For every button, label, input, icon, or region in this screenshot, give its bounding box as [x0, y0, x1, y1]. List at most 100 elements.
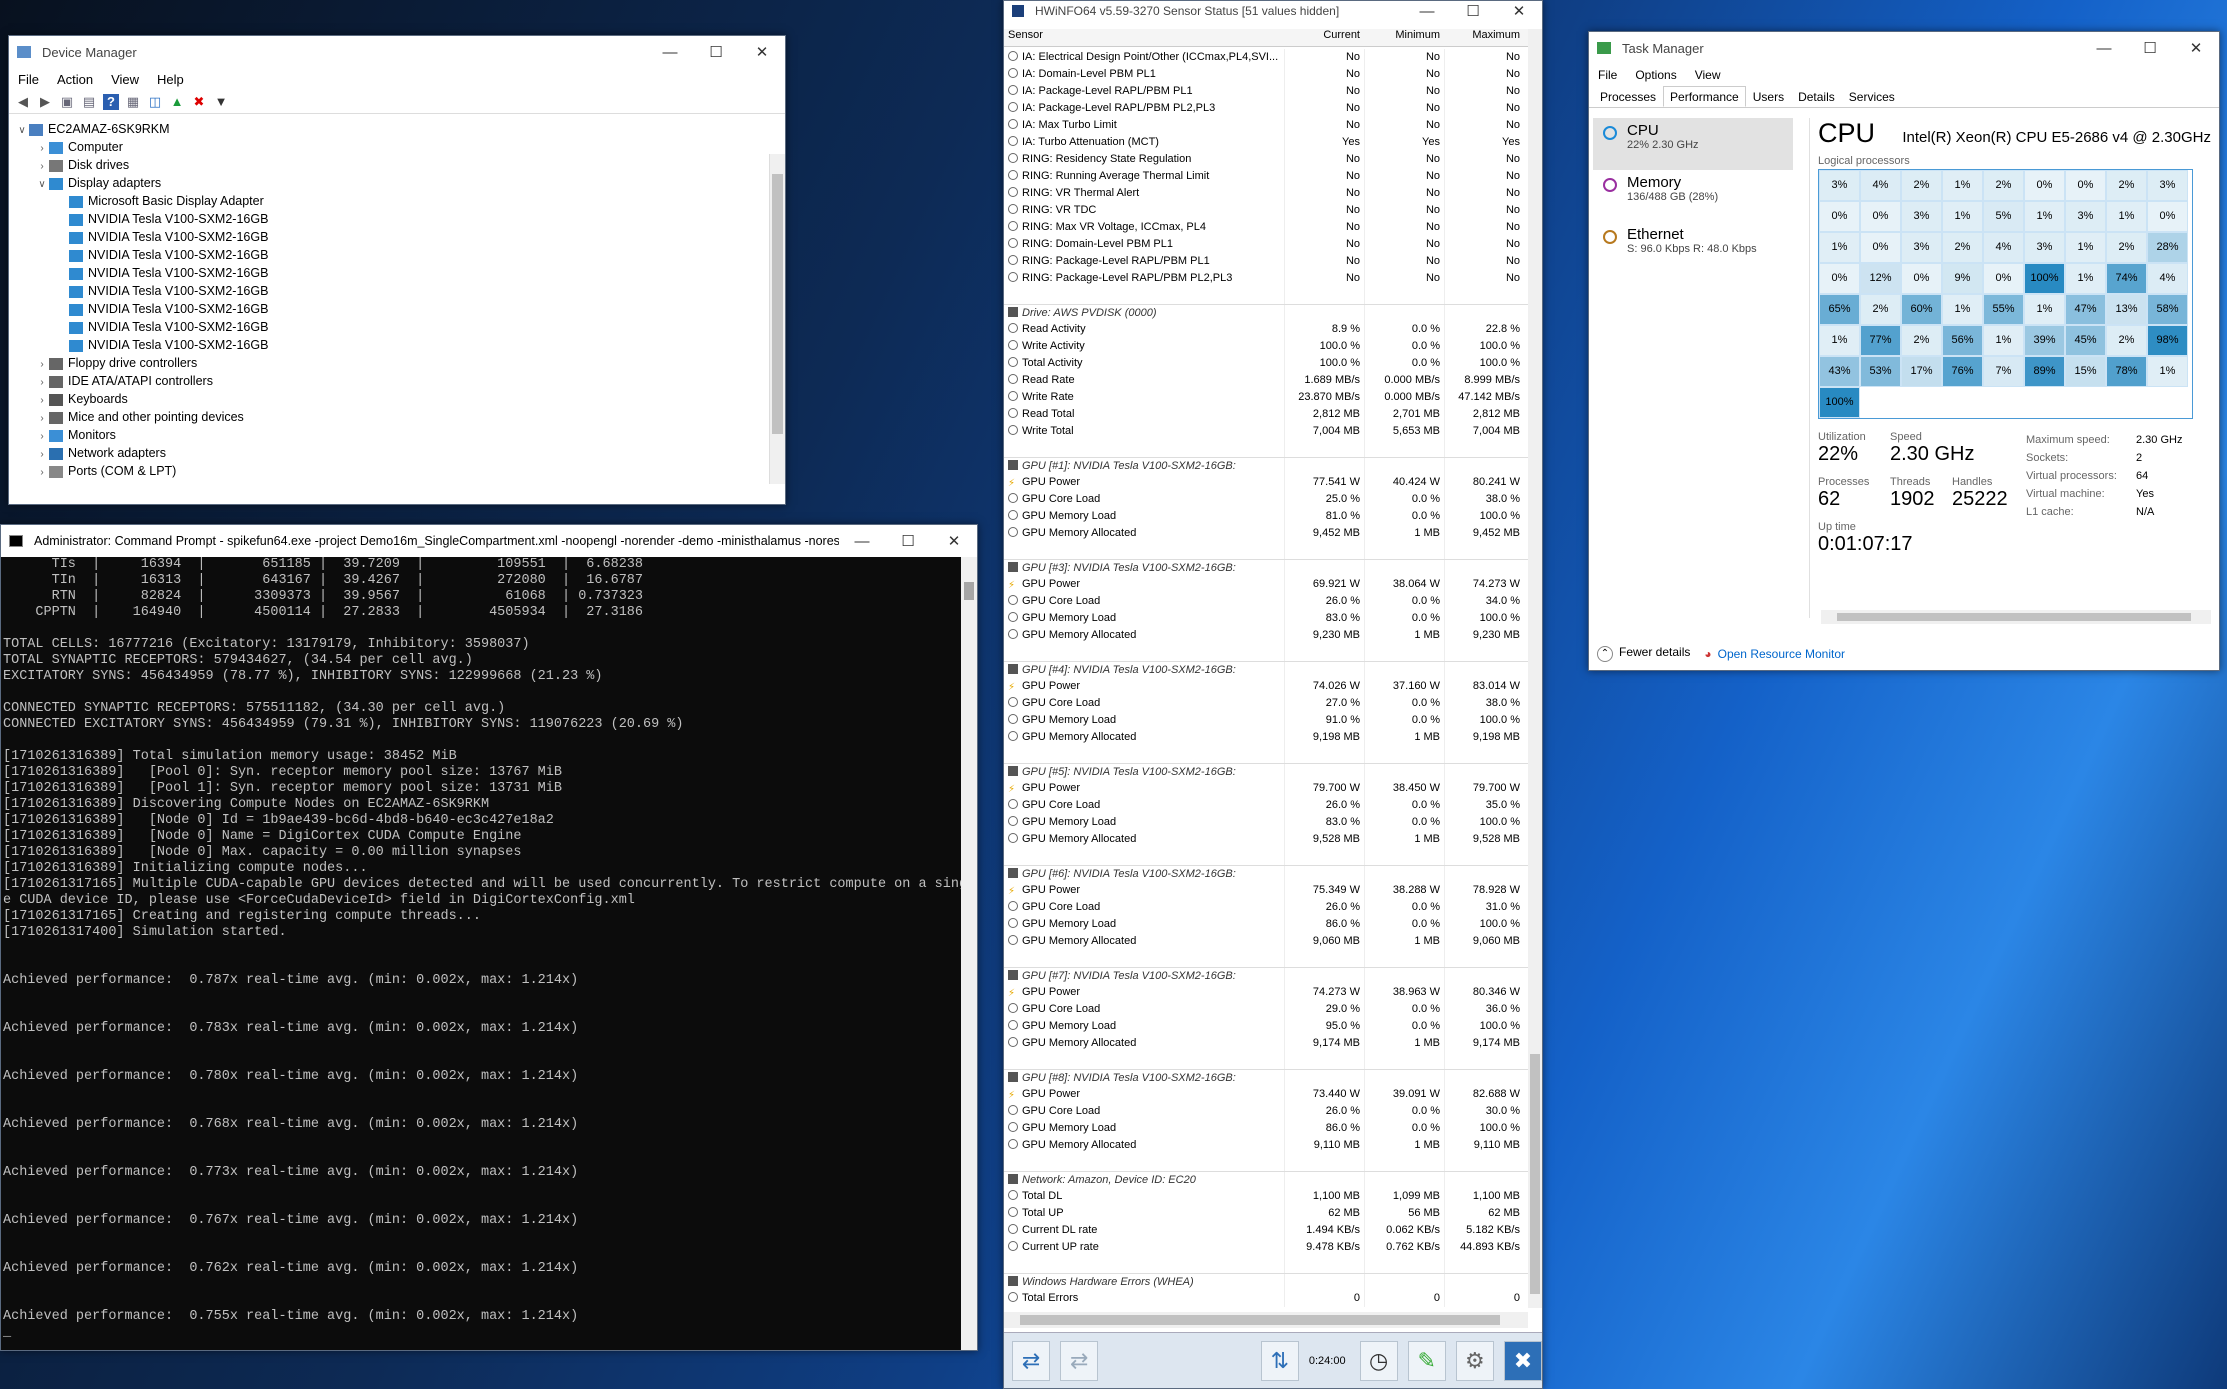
view-icon[interactable]: ▦ [125, 94, 141, 110]
device-manager-titlebar[interactable]: Device Manager — ☐ ✕ [9, 36, 785, 68]
settings-icon[interactable]: ⚙ [1455, 1340, 1494, 1381]
console-scrollbar[interactable] [961, 557, 977, 1350]
sensor-row[interactable]: GPU Memory Allocated 9,060 MB 1 MB 9,060 MB [1004, 933, 1528, 950]
sensor-row[interactable]: GPU Memory Allocated 9,230 MB 1 MB 9,230 MB [1004, 627, 1528, 644]
minimize-button[interactable]: — [647, 44, 693, 61]
sensor-row[interactable]: RING: VR Thermal Alert No No No [1004, 185, 1528, 202]
tab-services[interactable]: Services [1842, 86, 1902, 107]
sensor-row[interactable]: GPU Memory Allocated 9,452 MB 1 MB 9,452 MB [1004, 525, 1528, 542]
maximize-button[interactable]: ☐ [693, 43, 739, 61]
sensor-row[interactable]: Read Total 2,812 MB 2,701 MB 2,812 MB [1004, 406, 1528, 423]
navigate-icon[interactable]: ⇄ [1012, 1340, 1051, 1381]
sensor-row[interactable]: GPU Memory Load 83.0 % 0.0 % 100.0 % [1004, 814, 1528, 831]
sensor-row[interactable]: ⚡ GPU Power 69.921 W 38.064 W 74.273 W [1004, 576, 1528, 593]
sensor-group-header[interactable]: GPU [#3]: NVIDIA Tesla V100-SXM2-16GB: [1004, 559, 1528, 576]
back-icon[interactable]: ◀ [15, 94, 31, 110]
sensor-table[interactable]: IA: Electrical Design Point/Other (ICCma… [1004, 49, 1528, 1308]
sensor-row[interactable]: IA: Domain-Level PBM PL1 No No No [1004, 66, 1528, 83]
sensor-row[interactable]: Write Rate 23.870 MB/s 0.000 MB/s 47.142 MB… [1004, 389, 1528, 406]
close-button[interactable]: ✕ [2173, 39, 2219, 57]
device-tree-item[interactable]: NVIDIA Tesla V100-SXM2-16GB [9, 336, 769, 354]
device-tree-item[interactable]: ∨ Display adapters [9, 174, 769, 192]
header-sensor[interactable]: Sensor [1004, 29, 1284, 46]
sensor-row[interactable]: GPU Core Load 26.0 % 0.0 % 34.0 % [1004, 593, 1528, 610]
sensor-row[interactable]: GPU Memory Load 83.0 % 0.0 % 100.0 % [1004, 610, 1528, 627]
sensor-group-header[interactable]: GPU [#6]: NVIDIA Tesla V100-SXM2-16GB: [1004, 865, 1528, 882]
sensor-row[interactable]: GPU Memory Allocated 9,110 MB 1 MB 9,110 MB [1004, 1137, 1528, 1154]
scan-hardware-icon[interactable]: ◫ [147, 94, 163, 110]
device-tree-item[interactable]: › Keyboards [9, 390, 769, 408]
sensor-row[interactable]: GPU Core Load 27.0 % 0.0 % 38.0 % [1004, 695, 1528, 712]
menu-options[interactable]: Options [1626, 68, 1685, 82]
sensor-row[interactable]: GPU Core Load 26.0 % 0.0 % 31.0 % [1004, 899, 1528, 916]
resource-item-cpu[interactable]: CPU 22% 2.30 GHz [1593, 118, 1793, 170]
hwinfo-titlebar[interactable]: HWiNFO64 v5.59-3270 Sensor Status [51 va… [1004, 1, 1542, 21]
device-tree-item[interactable]: › Disk drives [9, 156, 769, 174]
menu-file[interactable]: File [1589, 68, 1626, 82]
maximize-button[interactable]: ☐ [885, 532, 931, 550]
sensor-row[interactable]: GPU Memory Load 95.0 % 0.0 % 100.0 % [1004, 1018, 1528, 1035]
sensor-row[interactable]: RING: VR TDC No No No [1004, 202, 1528, 219]
sensor-group-header[interactable]: Network: Amazon, Device ID: EC20 [1004, 1171, 1528, 1188]
sensor-row[interactable]: Total UP 62 MB 56 MB 62 MB [1004, 1205, 1528, 1222]
sensor-row[interactable]: Read Rate 1.689 MB/s 0.000 MB/s 8.999 MB/s [1004, 372, 1528, 389]
header-maximum[interactable]: Maximum [1444, 29, 1524, 46]
menu-action[interactable]: Action [48, 72, 102, 87]
device-tree-item[interactable]: NVIDIA Tesla V100-SXM2-16GB [9, 246, 769, 264]
sensor-row[interactable]: GPU Core Load 26.0 % 0.0 % 35.0 % [1004, 797, 1528, 814]
sensor-group-header[interactable]: GPU [#7]: NVIDIA Tesla V100-SXM2-16GB: [1004, 967, 1528, 984]
chevron-down-icon[interactable]: ∨ [15, 122, 29, 140]
sensor-row[interactable]: ⚡ GPU Power 74.273 W 38.963 W 80.346 W [1004, 984, 1528, 1001]
network-icon[interactable]: ⇅ [1260, 1340, 1299, 1381]
sensor-row[interactable]: Current UP rate 9.478 KB/s 0.762 KB/s 44.89… [1004, 1239, 1528, 1256]
update-driver-icon[interactable]: ▲ [169, 94, 185, 110]
tab-processes[interactable]: Processes [1593, 86, 1663, 107]
maximize-button[interactable]: ☐ [2127, 39, 2173, 57]
device-tree-item[interactable]: › Mice and other pointing devices [9, 408, 769, 426]
menu-view[interactable]: View [102, 72, 148, 87]
sensor-row[interactable]: RING: Running Average Thermal Limit No No N… [1004, 168, 1528, 185]
sensor-group-header[interactable]: GPU [#8]: NVIDIA Tesla V100-SXM2-16GB: [1004, 1069, 1528, 1086]
close-button[interactable]: ✕ [1496, 2, 1542, 20]
sensor-group-header[interactable]: GPU [#4]: NVIDIA Tesla V100-SXM2-16GB: [1004, 661, 1528, 678]
maximize-button[interactable]: ☐ [1450, 2, 1496, 20]
chevron-right-icon[interactable]: › [35, 464, 49, 482]
chevron-down-icon[interactable]: ∨ [35, 176, 49, 194]
device-tree-item[interactable]: › IDE ATA/ATAPI controllers [9, 372, 769, 390]
sensor-row[interactable]: GPU Core Load 25.0 % 0.0 % 38.0 % [1004, 491, 1528, 508]
header-minimum[interactable]: Minimum [1364, 29, 1444, 46]
sensor-row[interactable]: Write Activity 100.0 % 0.0 % 100.0 % [1004, 338, 1528, 355]
sensor-group-header[interactable]: Drive: AWS PVDISK (0000) [1004, 304, 1528, 321]
console-output[interactable]: TIs | 16394 | 651185 | 39.7209 | 109551 … [1, 557, 961, 1350]
menu-view[interactable]: View [1686, 68, 1730, 82]
sensor-row[interactable]: Write Total 7,004 MB 5,653 MB 7,004 MB [1004, 423, 1528, 440]
sensor-row[interactable]: GPU Core Load 26.0 % 0.0 % 30.0 % [1004, 1103, 1528, 1120]
device-manager-window[interactable]: Device Manager — ☐ ✕ File Action View He… [8, 35, 786, 505]
sensor-row[interactable]: ⚡ GPU Power 77.541 W 40.424 W 80.241 W [1004, 474, 1528, 491]
sensor-group-header[interactable]: GPU [#1]: NVIDIA Tesla V100-SXM2-16GB: [1004, 457, 1528, 474]
device-tree-scrollbar[interactable] [769, 154, 785, 484]
log-icon[interactable]: ✎ [1407, 1340, 1446, 1381]
sensor-row[interactable]: Read Activity 8.9 % 0.0 % 22.8 % [1004, 321, 1528, 338]
device-tree-item[interactable]: NVIDIA Tesla V100-SXM2-16GB [9, 282, 769, 300]
device-tree-item[interactable]: NVIDIA Tesla V100-SXM2-16GB [9, 228, 769, 246]
sensor-row[interactable]: GPU Memory Load 86.0 % 0.0 % 100.0 % [1004, 916, 1528, 933]
sensor-row[interactable]: IA: Electrical Design Point/Other (ICCma… [1004, 49, 1528, 66]
show-hide-icon[interactable]: ▣ [59, 94, 75, 110]
sensor-hscrollbar[interactable] [1004, 1312, 1528, 1328]
menu-file[interactable]: File [9, 72, 48, 87]
close-button[interactable]: ✕ [739, 43, 785, 61]
sensor-row[interactable]: GPU Memory Load 91.0 % 0.0 % 100.0 % [1004, 712, 1528, 729]
sensor-row[interactable]: RING: Domain-Level PBM PL1 No No No [1004, 236, 1528, 253]
device-tree-item[interactable]: NVIDIA Tesla V100-SXM2-16GB [9, 300, 769, 318]
sensor-row[interactable]: ⚡ GPU Power 75.349 W 38.288 W 78.928 W [1004, 882, 1528, 899]
device-tree-item[interactable]: ∨ EC2AMAZ-6SK9RKM [9, 120, 769, 138]
menu-help[interactable]: Help [148, 72, 193, 87]
resource-item-ethernet[interactable]: Ethernet S: 96.0 Kbps R: 48.0 Kbps [1593, 222, 1793, 274]
sensor-row[interactable]: Total Activity 100.0 % 0.0 % 100.0 % [1004, 355, 1528, 372]
device-tree-item[interactable]: › Network adapters [9, 444, 769, 462]
device-tree[interactable]: ∨ EC2AMAZ-6SK9RKM › Computer › Disk drives ∨ Di… [9, 120, 769, 484]
device-tree-item[interactable]: NVIDIA Tesla V100-SXM2-16GB [9, 318, 769, 336]
device-tree-item[interactable]: NVIDIA Tesla V100-SXM2-16GB [9, 210, 769, 228]
sensor-row[interactable]: GPU Memory Allocated 9,198 MB 1 MB 9,198 MB [1004, 729, 1528, 746]
